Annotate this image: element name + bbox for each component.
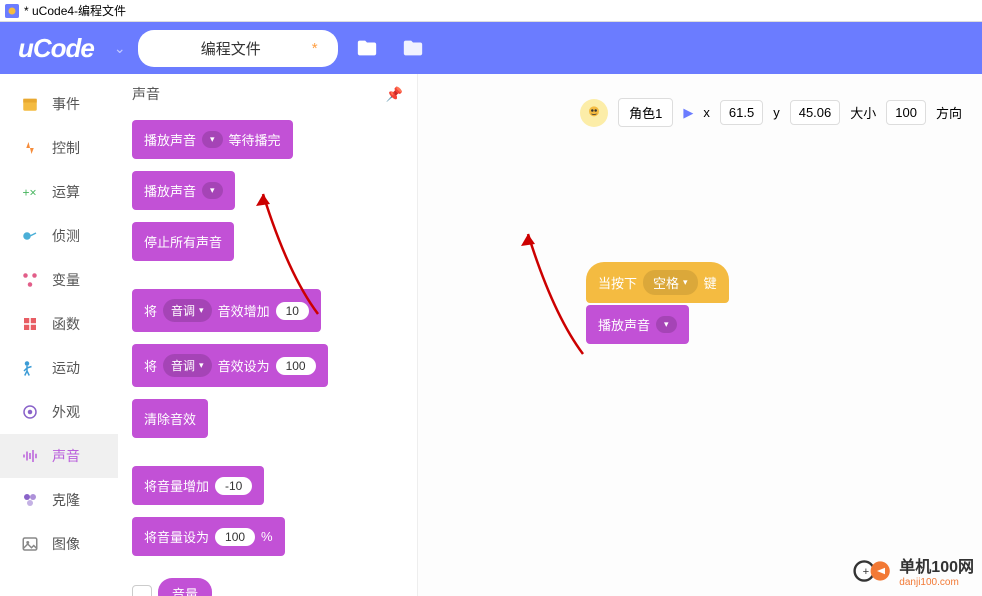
- sprite-info-bar: 角色1 ▶ x 61.5 y 45.06 大小 100 方向: [418, 98, 982, 127]
- volume-input[interactable]: -10: [215, 477, 252, 495]
- watermark-text: 单机100网: [899, 553, 974, 577]
- sprite-name-field[interactable]: 角色1: [618, 98, 673, 127]
- block-play-sound[interactable]: 播放声音: [132, 171, 235, 210]
- category-sidebar: 事件 控制 +× 运算 侦测 变量 函数 运动 外观 声音 克隆 图像: [0, 74, 118, 596]
- sidebar-label: 图像: [52, 534, 80, 554]
- stack-block-play-sound[interactable]: 播放声音: [586, 305, 689, 344]
- palette-title: 声音: [132, 84, 160, 104]
- direction-label: 方向: [936, 103, 962, 122]
- stage-area: 角色1 ▶ x 61.5 y 45.06 大小 100 方向 当按下 空格 键 …: [418, 74, 982, 596]
- sprite-size-input[interactable]: 100: [886, 100, 926, 125]
- sidebar-label: 声音: [52, 446, 80, 466]
- calendar-icon: [20, 94, 40, 114]
- app-logo: uCode: [18, 33, 94, 64]
- reporter-checkbox[interactable]: [132, 585, 152, 596]
- block-set-effect[interactable]: 将音调音效设为100: [132, 344, 328, 387]
- file-modified-indicator: *: [312, 40, 318, 57]
- size-label: 大小: [850, 103, 876, 122]
- pin-icon[interactable]: 📌: [386, 86, 403, 103]
- folder-icon[interactable]: [396, 31, 430, 65]
- volume-input[interactable]: 100: [215, 528, 255, 546]
- motion-icon: [20, 358, 40, 378]
- top-toolbar: uCode ⌄ 编程文件 *: [0, 22, 982, 74]
- svg-text:+×: +×: [23, 186, 37, 200]
- sound-dropdown[interactable]: [656, 316, 677, 333]
- effect-dropdown[interactable]: 音调: [163, 299, 212, 322]
- operators-icon: +×: [20, 182, 40, 202]
- sprite-x-input[interactable]: 61.5: [720, 100, 763, 125]
- sidebar-label: 控制: [52, 138, 80, 158]
- image-icon: [20, 534, 40, 554]
- sidebar-item-image[interactable]: 图像: [0, 522, 118, 566]
- sidebar-label: 外观: [52, 402, 80, 422]
- window-title: * uCode4-编程文件: [24, 2, 126, 19]
- functions-icon: [20, 314, 40, 334]
- sensing-icon: [20, 226, 40, 246]
- y-label: y: [773, 105, 780, 120]
- window-title-bar: * uCode4-编程文件: [0, 0, 982, 22]
- clone-icon: [20, 490, 40, 510]
- looks-icon: [20, 402, 40, 422]
- key-dropdown[interactable]: 空格: [643, 270, 698, 295]
- block-stop-all-sounds[interactable]: 停止所有声音: [132, 222, 234, 261]
- watermark-url: danji100.com: [899, 577, 974, 588]
- file-tab-name: 编程文件: [158, 38, 304, 59]
- logo-menu-chevron-icon[interactable]: ⌄: [114, 40, 126, 57]
- sidebar-item-control[interactable]: 控制: [0, 126, 118, 170]
- palette-header: 声音 📌: [118, 74, 417, 114]
- run-flag-icon[interactable]: ▶: [683, 105, 693, 121]
- block-set-volume[interactable]: 将音量设为100%: [132, 517, 285, 556]
- app-icon: [5, 4, 19, 18]
- hat-block-when-key[interactable]: 当按下 空格 键: [586, 262, 729, 303]
- variables-icon: [20, 270, 40, 290]
- main-area: 事件 控制 +× 运算 侦测 变量 函数 运动 外观 声音 克隆 图像 声音 📌 …: [0, 74, 982, 596]
- sidebar-item-variables[interactable]: 变量: [0, 258, 118, 302]
- sidebar-label: 侦测: [52, 226, 80, 246]
- svg-text:+: +: [863, 566, 870, 578]
- sidebar-item-clone[interactable]: 克隆: [0, 478, 118, 522]
- control-icon: [20, 138, 40, 158]
- file-tab[interactable]: 编程文件 *: [138, 30, 338, 67]
- sidebar-item-sound[interactable]: 声音: [0, 434, 118, 478]
- block-change-volume[interactable]: 将音量增加-10: [132, 466, 264, 505]
- sidebar-item-operators[interactable]: +× 运算: [0, 170, 118, 214]
- block-volume-reporter[interactable]: 音量: [158, 578, 212, 596]
- sidebar-label: 克隆: [52, 490, 80, 510]
- sound-icon: [20, 446, 40, 466]
- sidebar-item-events[interactable]: 事件: [0, 82, 118, 126]
- watermark-icon: +: [853, 556, 893, 586]
- x-label: x: [703, 105, 710, 120]
- folder-open-icon[interactable]: [350, 31, 384, 65]
- block-palette: 声音 📌 播放声音等待播完 播放声音 停止所有声音 将音调音效增加10 将音调音…: [118, 74, 418, 596]
- block-play-sound-wait[interactable]: 播放声音等待播完: [132, 120, 293, 159]
- sprite-thumbnail[interactable]: [580, 99, 608, 127]
- block-clear-effects[interactable]: 清除音效: [132, 399, 208, 438]
- sprite-y-input[interactable]: 45.06: [790, 100, 841, 125]
- sidebar-label: 运动: [52, 358, 80, 378]
- sound-dropdown[interactable]: [202, 131, 223, 148]
- sidebar-label: 事件: [52, 94, 80, 114]
- canvas-script[interactable]: 当按下 空格 键 播放声音: [586, 262, 729, 344]
- sidebar-label: 函数: [52, 314, 80, 334]
- sidebar-item-sensing[interactable]: 侦测: [0, 214, 118, 258]
- block-change-effect[interactable]: 将音调音效增加10: [132, 289, 321, 332]
- sidebar-item-motion[interactable]: 运动: [0, 346, 118, 390]
- annotation-arrow-1: [513, 224, 593, 364]
- sidebar-item-looks[interactable]: 外观: [0, 390, 118, 434]
- effect-input[interactable]: 100: [276, 357, 316, 375]
- sound-dropdown[interactable]: [202, 182, 223, 199]
- effect-dropdown[interactable]: 音调: [163, 354, 212, 377]
- sidebar-label: 变量: [52, 270, 80, 290]
- watermark: + 单机100网 danji100.com: [853, 553, 974, 588]
- sidebar-item-functions[interactable]: 函数: [0, 302, 118, 346]
- sidebar-label: 运算: [52, 182, 80, 202]
- effect-input[interactable]: 10: [276, 302, 309, 320]
